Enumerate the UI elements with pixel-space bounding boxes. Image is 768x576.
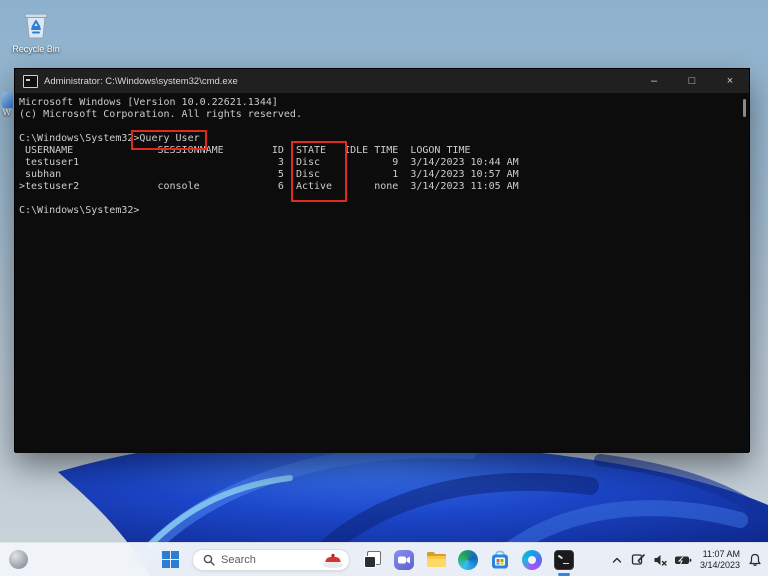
search-highlight-cake-icon bbox=[321, 551, 345, 569]
tray-time: 11:07 AM bbox=[700, 549, 740, 560]
cmd-taskbar-button[interactable] bbox=[552, 548, 576, 572]
chat-icon bbox=[394, 550, 414, 570]
scrollbar-thumb[interactable] bbox=[743, 99, 746, 117]
desktop: Recycle Bin W Administrator: C:\Windows\… bbox=[0, 0, 768, 576]
store-icon bbox=[490, 550, 510, 570]
volume-muted-icon bbox=[653, 553, 669, 567]
task-view-icon bbox=[364, 551, 381, 568]
widgets-weather-icon bbox=[9, 550, 28, 569]
search-input[interactable]: Search bbox=[192, 549, 350, 571]
widgets-icon[interactable] bbox=[6, 548, 30, 572]
close-button[interactable]: × bbox=[711, 69, 749, 93]
hidden-icons-button[interactable] bbox=[608, 551, 626, 569]
copilot-button[interactable] bbox=[520, 548, 544, 572]
chat-button[interactable] bbox=[392, 548, 416, 572]
clock[interactable]: 11:07 AM 3/14/2023 bbox=[700, 549, 740, 570]
desktop-icon-label: W bbox=[3, 108, 13, 117]
chevron-up-icon bbox=[611, 554, 623, 566]
search-placeholder: Search bbox=[221, 554, 321, 566]
desktop-icon-partial[interactable]: W bbox=[0, 92, 13, 126]
edge-button[interactable] bbox=[456, 548, 480, 572]
battery-icon bbox=[674, 554, 692, 566]
notification-bell-icon bbox=[748, 553, 762, 567]
taskbar: Search bbox=[0, 542, 768, 576]
app-icon bbox=[2, 92, 13, 108]
cmd-window: Administrator: C:\Windows\system32\cmd.e… bbox=[14, 68, 750, 452]
copilot-icon bbox=[522, 550, 542, 570]
window-title: Administrator: C:\Windows\system32\cmd.e… bbox=[44, 76, 635, 87]
cmd-app-icon bbox=[23, 75, 38, 88]
recycle-bin-icon bbox=[8, 8, 64, 42]
tray-date: 3/14/2023 bbox=[700, 560, 740, 571]
start-button[interactable] bbox=[158, 548, 182, 572]
volume-tray-button[interactable] bbox=[652, 551, 670, 569]
terminal-output[interactable]: Microsoft Windows [Version 10.0.22621.13… bbox=[15, 93, 749, 453]
system-tray: 11:07 AM 3/14/2023 bbox=[606, 549, 768, 570]
notifications-button[interactable] bbox=[746, 551, 764, 569]
file-explorer-button[interactable] bbox=[424, 548, 448, 572]
search-icon bbox=[203, 554, 215, 566]
cmd-titlebar[interactable]: Administrator: C:\Windows\system32\cmd.e… bbox=[15, 69, 749, 93]
battery-tray-button[interactable] bbox=[674, 551, 692, 569]
cmd-terminal-icon bbox=[554, 550, 574, 570]
pen-icon bbox=[631, 552, 646, 567]
terminal-text: Microsoft Windows [Version 10.0.22621.13… bbox=[15, 93, 749, 217]
maximize-button[interactable]: □ bbox=[673, 69, 711, 93]
windows-logo-icon bbox=[162, 551, 179, 568]
task-view-button[interactable] bbox=[360, 548, 384, 572]
edge-icon bbox=[458, 550, 478, 570]
desktop-icon-recycle-bin[interactable]: Recycle Bin bbox=[8, 8, 64, 54]
file-explorer-icon bbox=[426, 551, 447, 568]
pen-tray-button[interactable] bbox=[630, 551, 648, 569]
desktop-icon-label: Recycle Bin bbox=[8, 44, 64, 54]
active-app-indicator bbox=[558, 573, 570, 576]
minimize-button[interactable]: – bbox=[635, 69, 673, 93]
store-button[interactable] bbox=[488, 548, 512, 572]
